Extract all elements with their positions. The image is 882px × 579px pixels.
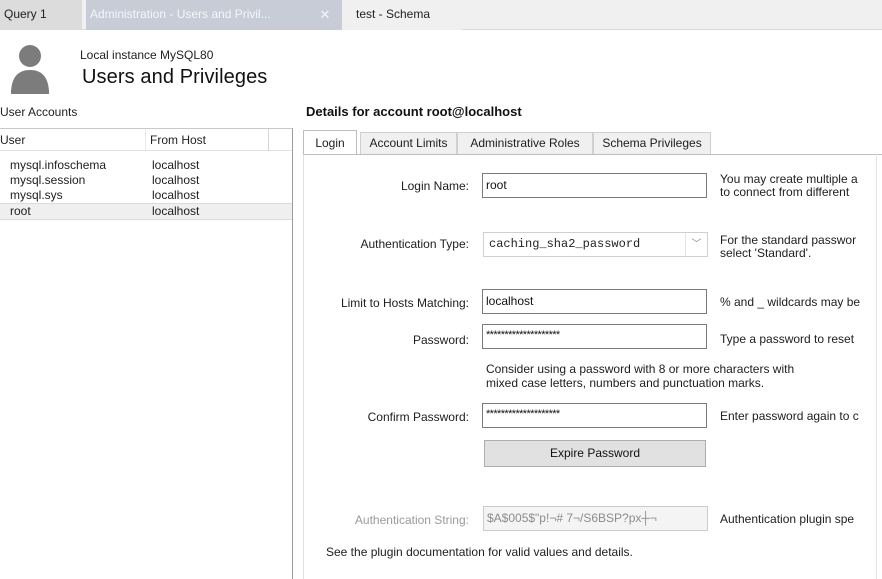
auth-string-description: Authentication plugin spe [720, 513, 855, 526]
account-user: mysql.sys [10, 188, 63, 202]
doc-tab-query-1[interactable]: Query 1 [0, 0, 82, 30]
doc-tab-test-schema[interactable]: test - Schema [342, 0, 462, 30]
account-row-selected[interactable]: root localhost [0, 203, 292, 220]
doc-tab-administration[interactable]: Administration - Users and Privil... ✕ [86, 0, 342, 30]
auth-string-label: Authentication String: [354, 513, 469, 527]
document-tab-bar: Query 1 Administration - Users and Privi… [0, 0, 882, 30]
details-title: Details for account root@localhost [306, 104, 522, 119]
user-accounts-list[interactable]: User From Host mysql.infoschema localhos… [0, 128, 293, 579]
doc-tab-administration-label: Administration - Users and Privil... [90, 7, 271, 21]
account-host: localhost [152, 158, 200, 172]
login-name-description: You may create multiple a to connect fro… [720, 173, 882, 199]
login-name-input[interactable]: root [482, 173, 707, 198]
tab-schema-privileges[interactable]: Schema Privileges [593, 132, 711, 154]
tab-account-limits[interactable]: Account Limits [360, 132, 457, 154]
account-host: localhost [152, 188, 200, 202]
account-host: localhost [152, 204, 200, 218]
password-hint-line: mixed case letters, numbers and punctuat… [486, 376, 765, 390]
hosts-label: Limit to Hosts Matching: [340, 296, 469, 310]
password-input[interactable]: ******************** [482, 324, 707, 349]
column-header-from-host[interactable]: From Host [150, 133, 206, 147]
auth-type-description: For the standard passwor select 'Standar… [720, 234, 882, 260]
page-title: Users and Privileges [82, 66, 268, 88]
auth-string-input: $A$005$"p!¬# 7¬/S6BSP?px┼¬ [483, 506, 708, 531]
tab-login[interactable]: Login [303, 130, 357, 154]
confirm-password-input[interactable]: ******************** [482, 403, 707, 428]
account-user: root [10, 204, 31, 218]
instance-label: Local instance MySQL80 [80, 48, 214, 62]
plugin-footnote: See the plugin documentation for valid v… [326, 545, 633, 559]
user-accounts-heading: User Accounts [0, 105, 78, 119]
expire-password-button[interactable]: Expire Password [484, 440, 706, 467]
column-divider[interactable] [268, 129, 269, 151]
account-host: localhost [152, 173, 200, 187]
account-row[interactable]: mysql.session localhost [0, 173, 292, 188]
user-avatar-icon [11, 45, 49, 94]
password-label: Password: [412, 333, 469, 347]
auth-type-value: caching_sha2_password [489, 237, 641, 251]
auth-type-select[interactable]: caching_sha2_password ﹀ [483, 232, 708, 257]
column-header-user[interactable]: User [0, 133, 25, 147]
password-description: Type a password to reset [720, 333, 855, 346]
account-row[interactable]: mysql.infoschema localhost [0, 158, 292, 173]
password-hint-line: Consider using a password with 8 or more… [486, 362, 795, 376]
confirm-password-label: Confirm Password: [367, 410, 469, 424]
hosts-input[interactable]: localhost [482, 289, 707, 314]
password-hint: Consider using a password with 8 or more… [486, 362, 794, 390]
account-user: mysql.infoschema [10, 158, 107, 172]
confirm-password-description: Enter password again to c [720, 410, 859, 423]
auth-type-label: Authentication Type: [360, 237, 469, 251]
account-row[interactable]: mysql.sys localhost [0, 188, 292, 203]
close-icon[interactable]: ✕ [316, 0, 334, 29]
account-user: mysql.session [10, 173, 86, 187]
tab-administrative-roles[interactable]: Administrative Roles [457, 132, 593, 154]
chevron-down-icon[interactable]: ﹀ [685, 233, 707, 256]
column-divider[interactable] [145, 129, 146, 151]
hosts-description: % and _ wildcards may be [720, 296, 861, 309]
auth-type-desc-line: select 'Standard'. [720, 246, 812, 260]
login-name-label: Login Name: [400, 179, 469, 193]
list-header: User From Host [0, 129, 292, 151]
login-name-desc-line: to connect from different [720, 185, 850, 199]
